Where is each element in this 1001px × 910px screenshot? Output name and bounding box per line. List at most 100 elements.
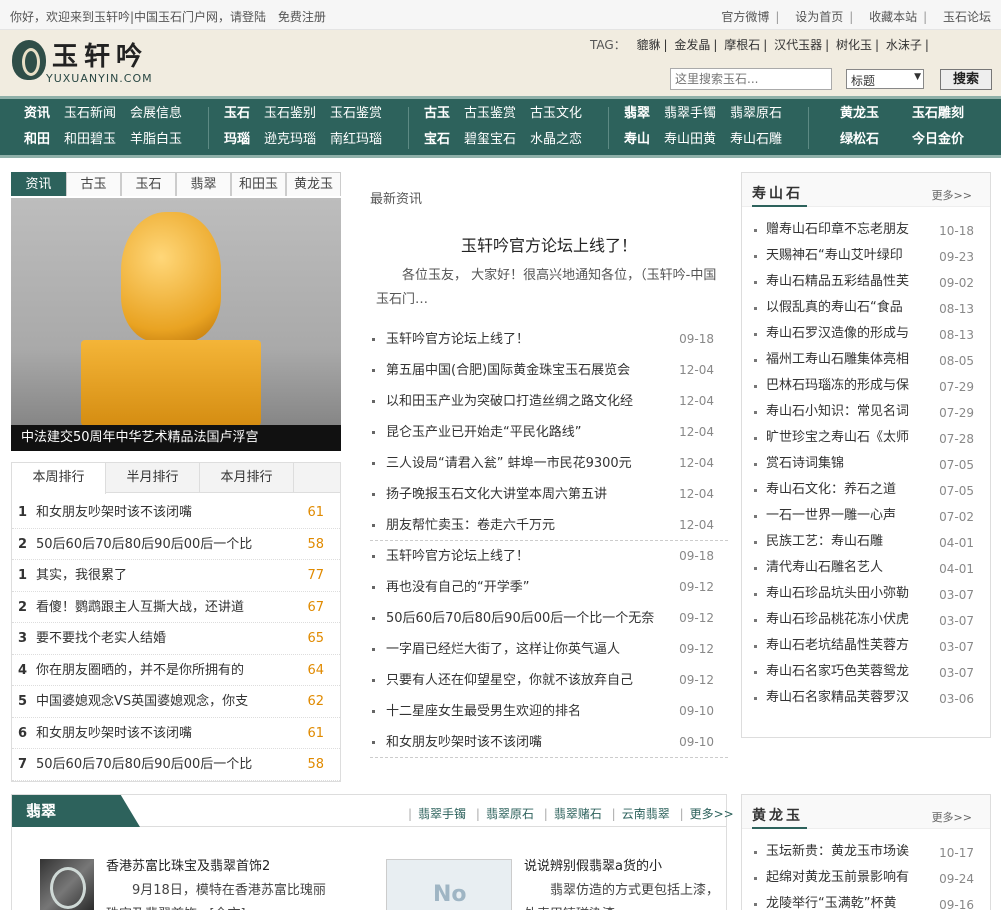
tab-hetian[interactable]: 和田玉 [231,172,286,196]
news-item[interactable]: 昆仑玉产业已开始走“平民化路线” 12-04 [370,417,728,448]
news-item[interactable]: 第五届中国(合肥)国际黄金珠宝玉石展览会 12-04 [370,355,728,386]
rank-item[interactable]: 7 50后60后70后80后90后00后一个比 58 [12,749,340,781]
nav-head-jadeite[interactable]: 翡翠 [624,103,650,125]
item-title[interactable]: 寿山石文化：养石之道 [766,477,926,503]
rank-title[interactable]: 要不要找个老实人结婚 [36,623,276,654]
nav-item[interactable]: 玉石新闻 [64,103,116,125]
tab-news[interactable]: 资讯 [11,172,66,196]
set-homepage-link[interactable]: 设为首页 [795,10,843,24]
item-title[interactable]: 玉坛新贵：黄龙玉市场诶 [766,839,926,865]
rank-item[interactable]: 2 看傻！鹦鹉跟主人互撕大战，还讲道 67 [12,592,340,623]
more-link[interactable]: 更多>> [932,187,972,203]
rank-title[interactable]: 中国婆媳观念VS英国婆媳观念，你支 [36,686,276,717]
tab-huanglong[interactable]: 黄龙玉 [286,172,341,196]
list-item[interactable]: 旷世珍宝之寿山石《太师 07-28 [742,425,990,451]
link-yunnan[interactable]: 云南翡翠 [622,807,670,821]
rank-item[interactable]: 2 50后60后70后80后90后00后一个比 58 [12,529,340,560]
list-item[interactable]: 赏石诗词集锦 07-05 [742,451,990,477]
nav-head-gold-price[interactable]: 今日金价 [912,129,964,151]
news-item[interactable]: 十二星座女生最受男生欢迎的排名 09-10 [370,696,728,727]
item-title[interactable]: 起绵对黄龙玉前景影响有 [766,865,926,891]
nav-head-huanglong[interactable]: 黄龙玉 [840,103,879,125]
news-title[interactable]: 第五届中国(合肥)国际黄金珠宝玉石展览会 [386,355,674,386]
news-title[interactable]: 和女朋友吵架时该不该闭嘴 [386,727,674,758]
item-title[interactable]: 龙陵举行“玉满乾”杯黄 [766,891,926,910]
tab-halfmonth-rank[interactable]: 半月排行 [106,463,200,493]
news-title[interactable]: 玉轩吟官方论坛上线了！ [386,324,674,355]
tag-item[interactable]: 汉代玉器 [774,38,822,52]
item-title[interactable]: 清代寿山石雕名艺人 [766,555,926,581]
nav-item[interactable]: 玉石鉴赏 [330,103,382,125]
news-item[interactable]: 玉轩吟官方论坛上线了！ 09-18 [370,541,728,572]
nav-head-turquoise[interactable]: 绿松石 [840,129,879,151]
nav-head-carving[interactable]: 玉石雕刻 [912,103,964,125]
nav-item[interactable]: 寿山田黄 [664,129,716,151]
list-item[interactable]: 玉坛新贵：黄龙玉市场诶 10-17 [742,839,990,865]
list-item[interactable]: 寿山石名家巧色芙蓉鸳龙 03-07 [742,659,990,685]
list-item[interactable]: 清代寿山石雕名艺人 04-01 [742,555,990,581]
item-title[interactable]: 旷世珍宝之寿山石《太师 [766,425,926,451]
news-item[interactable]: 50后60后70后80后90后00后一个比一个无奈 09-12 [370,603,728,634]
rank-title[interactable]: 和女朋友吵架时该不该闭嘴 [36,718,276,749]
tab-jade[interactable]: 玉石 [121,172,176,196]
nav-head-gem[interactable]: 宝石 [424,129,450,151]
article-thumbnail[interactable] [40,859,94,910]
more-link[interactable]: 更多>> [690,807,734,821]
news-item[interactable]: 三人设局“请君入瓮” 蚌埠一市民花9300元 12-04 [370,448,728,479]
list-item[interactable]: 寿山石文化：养石之道 07-05 [742,477,990,503]
nav-item[interactable]: 逊克玛瑙 [264,129,316,151]
search-button[interactable]: 搜索 [940,69,992,90]
tab-jadeite[interactable]: 翡翠 [176,172,231,196]
rank-title[interactable]: 你在朋友圈晒的，并不是你所拥有的 [36,655,276,686]
news-item[interactable]: 只要有人还在仰望星空，你就不该放弃自己 09-12 [370,665,728,696]
list-item[interactable]: 民族工艺：寿山石雕 04-01 [742,529,990,555]
no-image-placeholder[interactable]: No [386,859,512,910]
rank-title[interactable]: 50后60后70后80后90后00后一个比 [36,529,276,560]
news-item[interactable]: 一字眉已经烂大街了，这样让你英气逼人 09-12 [370,634,728,665]
tab-week-rank[interactable]: 本周排行 [12,463,106,494]
news-title[interactable]: 50后60后70后80后90后00后一个比一个无奈 [386,603,674,634]
link-bracelet[interactable]: 翡翠手镯 [418,807,466,821]
nav-item[interactable]: 南红玛瑙 [330,129,382,151]
news-title[interactable]: 一字眉已经烂大街了，这样让你英气逼人 [386,634,674,665]
item-title[interactable]: 天赐神石“寿山艾叶绿印 [766,243,926,269]
search-input[interactable] [670,68,832,90]
rank-item[interactable]: 6 和女朋友吵架时该不该闭嘴 61 [12,718,340,749]
list-item[interactable]: 赠寿山石印章不忘老朋友 10-18 [742,217,990,243]
list-item[interactable]: 寿山石精品五彩结晶性芙 09-02 [742,269,990,295]
article-title[interactable]: 香港苏富比珠宝及翡翠首饰2 [106,855,270,874]
news-title[interactable]: 扬子晚报玉石文化大讲堂本周六第五讲 [386,479,674,510]
nav-item[interactable]: 古玉文化 [530,103,582,125]
forum-link[interactable]: 玉石论坛 [943,10,991,24]
nav-head-hetian[interactable]: 和田 [24,129,50,151]
bookmark-link[interactable]: 收藏本站 [869,10,917,24]
headline-link[interactable]: 玉轩吟官方论坛上线了！ [370,232,728,256]
news-title[interactable]: 只要有人还在仰望星空，你就不该放弃自己 [386,665,674,696]
nav-head-ancient[interactable]: 古玉 [424,103,450,125]
article-title[interactable]: 说说辨别假翡翠a货的小 [524,855,662,874]
rank-title[interactable]: 50后60后70后80后90后00后一个比 [36,749,276,780]
list-item[interactable]: 龙陵举行“玉满乾”杯黄 09-16 [742,891,990,910]
tag-item[interactable]: 金发晶 [674,38,710,52]
nav-item[interactable]: 古玉鉴赏 [464,103,516,125]
nav-item[interactable]: 羊脂白玉 [130,129,182,151]
nav-head-agate[interactable]: 玛瑙 [224,129,250,151]
list-item[interactable]: 寿山石珍品桃花冻小伏虎 03-07 [742,607,990,633]
nav-head-news[interactable]: 资讯 [24,103,50,125]
news-title[interactable]: 玉轩吟官方论坛上线了！ [386,541,674,572]
item-title[interactable]: 赠寿山石印章不忘老朋友 [766,217,926,243]
search-type-select[interactable]: 标题 [846,69,924,89]
feature-image[interactable]: 中法建交50周年中华艺术精品法国卢浮宫 [11,198,341,451]
news-title[interactable]: 十二星座女生最受男生欢迎的排名 [386,696,674,727]
item-title[interactable]: 巴林石玛瑙冻的形成与保 [766,373,926,399]
news-title[interactable]: 昆仑玉产业已开始走“平民化路线” [386,417,674,448]
item-title[interactable]: 寿山石罗汉造像的形成与 [766,321,926,347]
list-item[interactable]: 巴林石玛瑙冻的形成与保 07-29 [742,373,990,399]
news-item[interactable]: 扬子晚报玉石文化大讲堂本周六第五讲 12-04 [370,479,728,510]
list-item[interactable]: 寿山石罗汉造像的形成与 08-13 [742,321,990,347]
item-title[interactable]: 赏石诗词集锦 [766,451,926,477]
nav-item[interactable]: 翡翠原石 [730,103,782,125]
news-title[interactable]: 以和田玉产业为突破口打造丝绸之路文化经 [386,386,674,417]
item-title[interactable]: 寿山石名家精品芙蓉罗汉 [766,685,926,711]
feature-caption[interactable]: 中法建交50周年中华艺术精品法国卢浮宫 [11,425,341,451]
